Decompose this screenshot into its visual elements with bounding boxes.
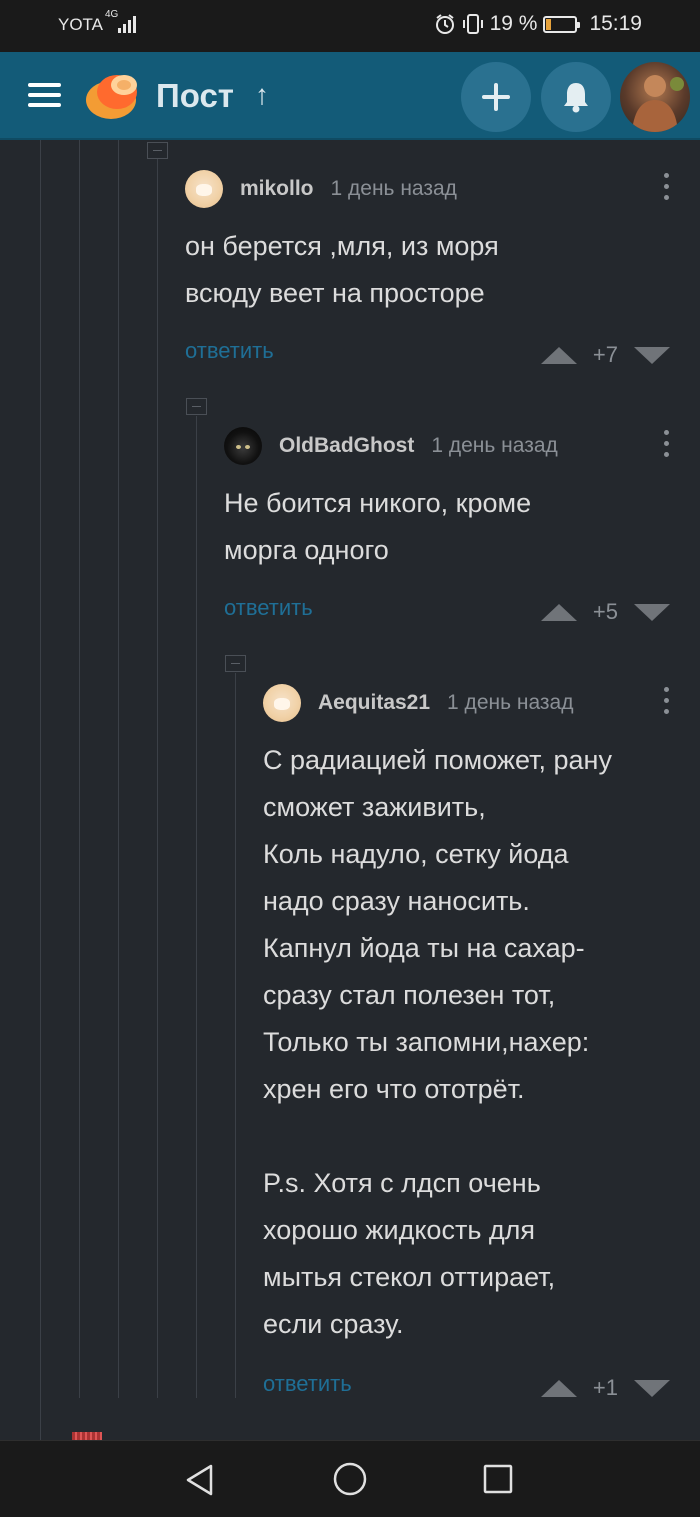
notifications-button[interactable]: [541, 62, 611, 132]
collapse-thread-button[interactable]: [186, 398, 207, 415]
avatar-image: [632, 75, 684, 132]
downvote-icon[interactable]: [634, 346, 670, 364]
page-title: Пост: [156, 77, 234, 114]
system-nav-bar: [0, 1440, 700, 1517]
comment: Aequitas21 1 день назад С радиацией помо…: [263, 683, 670, 1405]
back-icon[interactable]: [184, 1463, 216, 1497]
vote-controls: +1: [540, 1375, 670, 1401]
plus-icon: [482, 83, 510, 111]
thread-line: [40, 140, 41, 1440]
upvote-icon[interactable]: [540, 603, 577, 621]
vote-controls: +7: [540, 342, 670, 368]
clock: 15:19: [589, 12, 642, 35]
battery-icon: [543, 15, 581, 33]
comment-header: Aequitas21 1 день назад: [263, 683, 670, 723]
comment-score: +7: [592, 342, 618, 367]
status-bar: YOTA 4G 19 % 15:19: [0, 0, 700, 52]
collapse-thread-button[interactable]: [147, 142, 168, 159]
thread-line: [79, 140, 80, 1398]
battery-percent: 19 %: [489, 12, 538, 35]
comment-footer: ответить +1: [263, 1365, 670, 1405]
menu-icon[interactable]: [28, 83, 61, 109]
status-right: 19 % 15:19: [434, 12, 642, 36]
more-options-icon[interactable]: [664, 687, 670, 720]
thread-line: [235, 673, 236, 1398]
avatar[interactable]: [263, 684, 301, 722]
avatar[interactable]: [72, 1432, 102, 1440]
avatar[interactable]: [224, 427, 262, 465]
more-options-icon[interactable]: [664, 173, 670, 206]
app-header: Пост ↑: [0, 52, 700, 140]
scroll-up-icon[interactable]: ↑: [255, 79, 269, 111]
alarm-icon: [435, 14, 454, 34]
comment: OldBadGhost 1 день назад Не боится никог…: [224, 426, 670, 629]
user-avatar[interactable]: [620, 62, 690, 132]
thread-line: [157, 158, 158, 1398]
upvote-icon[interactable]: [540, 1379, 577, 1397]
comment-header: OldBadGhost 1 день назад: [224, 426, 670, 466]
upvote-icon[interactable]: [540, 346, 577, 364]
comment-author[interactable]: OldBadGhost: [279, 434, 414, 458]
thread-line: [196, 416, 197, 1398]
recents-icon[interactable]: [483, 1464, 513, 1494]
avatar[interactable]: [185, 170, 223, 208]
comment-text: он берется ,мля, из моря всюду веет на п…: [185, 231, 499, 308]
comment: mikollo 1 день назад он берется ,мля, из…: [185, 169, 670, 372]
comment-time[interactable]: 1 день назад: [331, 177, 457, 201]
vote-controls: +5: [540, 599, 670, 625]
more-options-icon[interactable]: [664, 430, 670, 463]
bell-icon: [564, 83, 588, 113]
comment-text: С радиацией поможет, рану сможет заживит…: [263, 745, 612, 1339]
downvote-icon[interactable]: [634, 603, 670, 621]
comment-author[interactable]: mikollo: [240, 177, 314, 201]
reply-link[interactable]: ответить: [185, 338, 274, 364]
logo-icon[interactable]: [84, 70, 140, 122]
reply-link[interactable]: ответить: [263, 1371, 352, 1397]
comment-time[interactable]: 1 день назад: [431, 434, 557, 458]
collapse-thread-button[interactable]: [225, 655, 246, 672]
comment-footer: ответить +7: [185, 332, 670, 372]
reply-link[interactable]: ответить: [224, 595, 313, 621]
network-type: 4G: [105, 9, 119, 20]
vibrate-icon: [462, 14, 483, 34]
comment-time[interactable]: 1 день назад: [447, 691, 573, 715]
thread-line: [118, 140, 119, 1398]
comment-text: Не боится никого, кроме морга одного: [224, 488, 532, 565]
comment-footer: ответить +5: [224, 589, 670, 629]
downvote-icon[interactable]: [634, 1379, 670, 1397]
comment-score: +5: [592, 599, 618, 624]
comment-score: +1: [592, 1375, 618, 1400]
signal-icon: [118, 16, 136, 33]
home-icon[interactable]: [333, 1462, 367, 1496]
comment-header: mikollo 1 день назад: [185, 169, 670, 209]
carrier-name: YOTA: [58, 15, 104, 34]
add-post-button[interactable]: [461, 62, 531, 132]
comment-author[interactable]: Aequitas21: [318, 691, 430, 715]
